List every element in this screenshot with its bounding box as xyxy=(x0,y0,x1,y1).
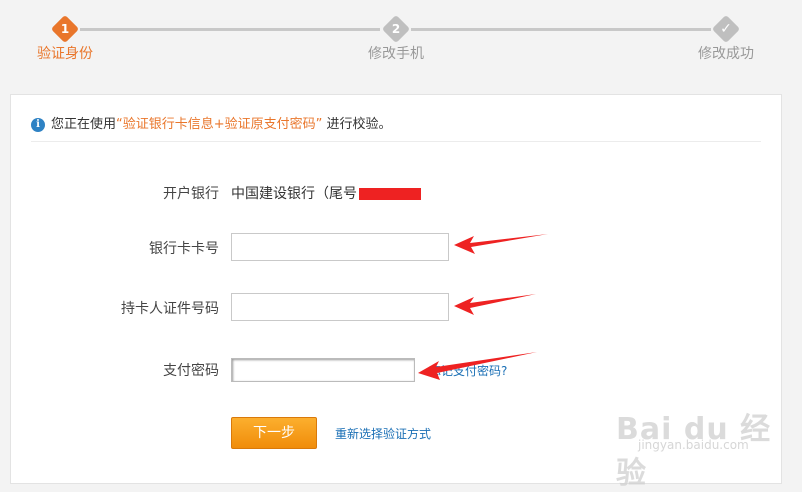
redaction-mark xyxy=(359,188,421,200)
notice-method: “验证银行卡信息+验证原支付密码” xyxy=(116,117,323,132)
payment-password-input[interactable] xyxy=(231,358,415,382)
payment-password-label: 支付密码 xyxy=(163,363,219,379)
divider xyxy=(31,141,761,142)
checkmark-icon: ✓ xyxy=(720,21,732,37)
step-label: 修改手机 xyxy=(368,46,424,62)
next-step-button[interactable]: 下一步 xyxy=(231,417,317,449)
bank-label: 开户银行 xyxy=(163,186,219,202)
id-number-label: 持卡人证件号码 xyxy=(121,301,219,317)
id-number-input[interactable] xyxy=(231,293,449,321)
notice-prefix: 您正在使用 xyxy=(51,117,117,132)
step-label: 验证身份 xyxy=(37,46,93,62)
info-icon: i xyxy=(31,117,45,132)
step-connector xyxy=(80,28,380,31)
step-number: 2 xyxy=(391,22,401,36)
forgot-password-link[interactable]: 忘记支付密码? xyxy=(429,362,507,379)
bank-name: 中国建设银行（尾号 xyxy=(231,186,357,202)
reselect-method-link[interactable]: 重新选择验证方式 xyxy=(335,425,431,442)
bank-value: 中国建设银行（尾号 xyxy=(231,183,421,203)
verification-notice: i 您正在使用“验证银行卡信息+验证原支付密码” 进行校验。 xyxy=(31,115,392,135)
watermark: Bai du 经验 jingyan.baidu.com xyxy=(616,404,802,492)
progress-steps: 1 验证身份 2 修改手机 ✓ 修改成功 xyxy=(0,0,802,80)
card-number-label: 银行卡卡号 xyxy=(149,241,219,257)
step-number: 1 xyxy=(60,22,70,36)
watermark-url: jingyan.baidu.com xyxy=(638,438,749,452)
notice-suffix: 进行校验。 xyxy=(326,117,392,132)
step-label: 修改成功 xyxy=(698,46,754,62)
step-connector xyxy=(411,28,711,31)
card-number-input[interactable] xyxy=(231,233,449,261)
